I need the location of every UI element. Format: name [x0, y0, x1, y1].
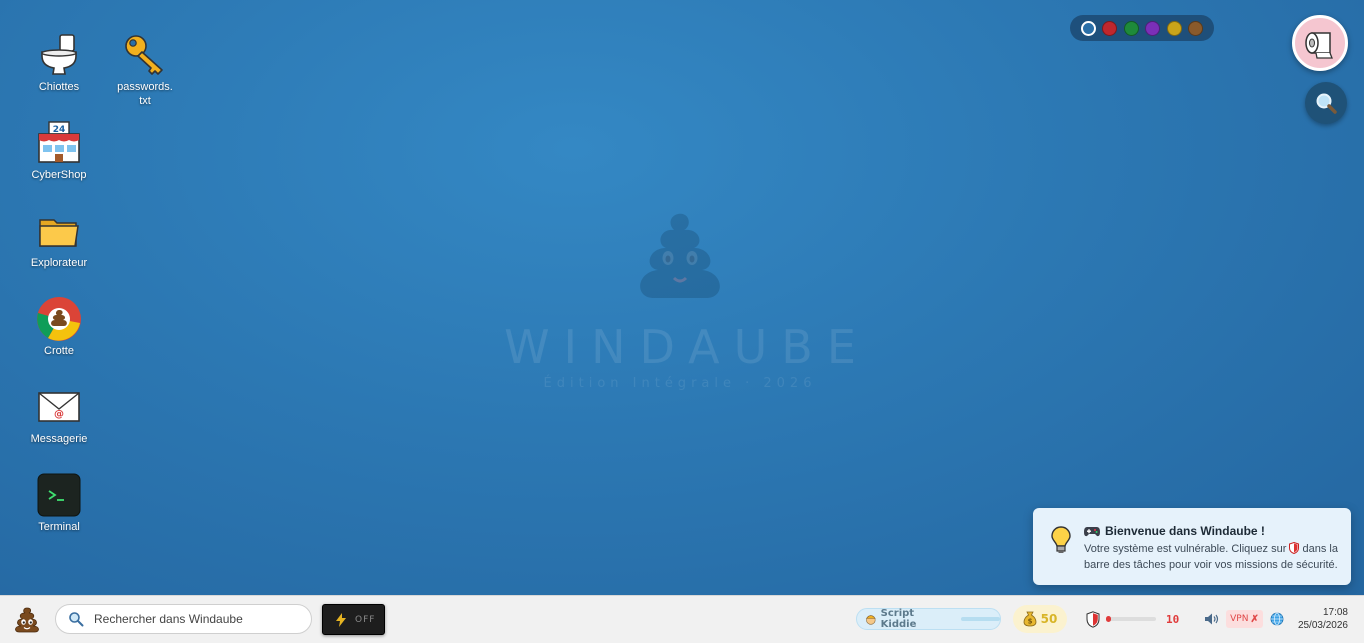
clock[interactable]: 17:08 25/03/2026	[1284, 606, 1348, 632]
svg-text:$: $	[1027, 618, 1032, 626]
desktop-search-button[interactable]	[1305, 82, 1347, 124]
toilet-paper-button[interactable]	[1292, 15, 1348, 71]
desktop-icon-messagerie[interactable]: @ Messagerie	[18, 384, 100, 446]
money-bag-icon: $	[1023, 611, 1037, 627]
color-swatch[interactable]	[1123, 20, 1139, 36]
store-24-icon: 24	[38, 121, 80, 163]
desktop-icon-label: Crotte	[44, 345, 74, 357]
notification-title-text: Bienvenue dans Windaube !	[1105, 524, 1265, 538]
lightning-icon	[336, 612, 346, 627]
rank-label: Script Kiddie	[880, 608, 917, 630]
browser-poop-icon	[37, 297, 81, 341]
gamepad-icon	[1084, 527, 1100, 537]
poop-watermark-icon	[640, 213, 720, 298]
taskbar: OFF Script Kiddie $ 50 10 VPN ✗	[0, 595, 1364, 643]
folder-icon	[39, 219, 79, 247]
desktop-icon-terminal[interactable]: Terminal	[18, 472, 100, 534]
desktop-icon-label: Chiottes	[38, 81, 80, 93]
color-swatch[interactable]	[1145, 20, 1161, 36]
notification-body: Votre système est vulnérable. Cliquez su…	[1084, 541, 1346, 573]
desktop-icon-label: passwords. txt	[117, 81, 173, 107]
coins-value: 50	[1040, 612, 1058, 626]
vpn-status[interactable]: VPN ✗	[1226, 610, 1263, 628]
start-button[interactable]	[12, 606, 42, 634]
speaker-icon[interactable]	[1204, 612, 1220, 626]
globe-icon[interactable]	[1270, 612, 1284, 626]
mail-icon: @	[38, 392, 80, 422]
hardhat-face-icon	[865, 615, 876, 625]
svg-text:@: @	[54, 409, 64, 420]
theme-color-picker	[1070, 15, 1214, 41]
desktop-icon-chiottes[interactable]: Chiottes	[18, 32, 100, 94]
taskbar-search[interactable]	[55, 604, 312, 634]
key-icon	[125, 35, 163, 75]
terminal-icon	[37, 473, 81, 517]
notification-body-text: Votre système est vulnérable. Cliquez su…	[1084, 543, 1287, 555]
desktop-icon-label: Messagerie	[30, 433, 88, 445]
desktop-icon-explorateur[interactable]: Explorateur	[18, 208, 100, 270]
watermark-title: WINDAUBE	[504, 320, 870, 374]
shield-icon	[1086, 610, 1100, 628]
notification-title: Bienvenue dans Windaube !	[1084, 524, 1265, 538]
watermark-subtitle: Édition Intégrale · 2026	[543, 376, 817, 391]
power-toggle[interactable]: OFF	[322, 604, 385, 635]
desktop-icon-cybershop[interactable]: 24 CyberShop	[18, 120, 100, 182]
clock-date: 25/03/2026	[1297, 620, 1348, 631]
desktop-icon-label: CyberShop	[31, 169, 87, 181]
desktop-icon-label: Explorateur	[30, 257, 88, 269]
toilet-paper-icon	[1305, 32, 1333, 59]
welcome-notification[interactable]: Bienvenue dans Windaube ! Votre système …	[1033, 508, 1351, 585]
shield-icon	[1289, 542, 1300, 554]
security-progress-bar	[1106, 616, 1156, 622]
magnifier-icon	[1316, 93, 1337, 114]
vpn-label: VPN	[1230, 614, 1249, 624]
security-meter[interactable]: 10	[1086, 608, 1179, 630]
search-icon	[69, 612, 84, 627]
vpn-off-indicator: ✗	[1250, 613, 1259, 625]
color-swatch[interactable]	[1080, 20, 1096, 36]
rank-badge[interactable]: Script Kiddie	[856, 608, 1001, 630]
color-swatch[interactable]	[1102, 20, 1118, 36]
desktop-icon-label: Terminal	[38, 521, 80, 533]
security-value: 10	[1166, 612, 1180, 626]
desktop-watermark: WINDAUBE Édition Intégrale · 2026	[480, 210, 880, 391]
clock-time: 17:08	[1322, 607, 1348, 618]
power-toggle-label: OFF	[355, 614, 376, 625]
poop-icon	[15, 607, 39, 633]
lightbulb-icon	[1051, 526, 1071, 553]
color-swatch[interactable]	[1188, 20, 1204, 36]
coins-counter[interactable]: $ 50	[1013, 605, 1067, 633]
desktop[interactable]: WINDAUBE Édition Intégrale · 2026 Chiott…	[0, 0, 1364, 595]
desktop-icon-passwords[interactable]: passwords. txt	[104, 32, 186, 108]
security-progress-fill	[1106, 616, 1111, 622]
desktop-icon-crotte[interactable]: Crotte	[18, 296, 100, 358]
search-input[interactable]	[92, 611, 296, 627]
toilet-icon	[41, 34, 77, 75]
rank-progress-bar	[961, 617, 1001, 621]
color-swatch[interactable]	[1166, 20, 1182, 36]
